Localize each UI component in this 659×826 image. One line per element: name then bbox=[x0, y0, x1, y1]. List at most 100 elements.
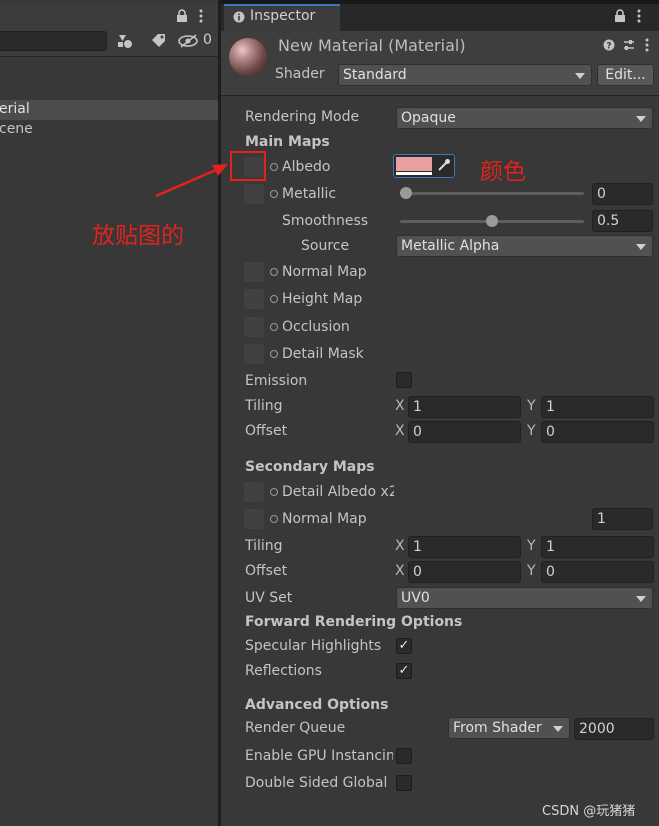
tiling-x-label: X bbox=[395, 398, 405, 414]
rendering-mode-value: Opaque bbox=[401, 110, 456, 126]
albedo-color-field[interactable] bbox=[393, 154, 455, 178]
secondary-normal-map-label: Normal Map bbox=[282, 511, 367, 527]
offset-x-label: X bbox=[395, 423, 405, 439]
hierarchy-row-selected[interactable] bbox=[0, 100, 218, 120]
secondary-offset-x-field[interactable]: 0 bbox=[408, 561, 521, 583]
secondary-offset-y-label: Y bbox=[527, 563, 536, 579]
hierarchy-item-1[interactable]: cene bbox=[0, 121, 33, 137]
object-picker-icon[interactable] bbox=[270, 190, 278, 198]
secondary-normal-map-slot[interactable] bbox=[244, 509, 264, 529]
preset-icon[interactable] bbox=[622, 38, 636, 56]
visibility-hidden-icon[interactable] bbox=[178, 33, 200, 53]
annotation-texture-note: 放贴图的 bbox=[92, 223, 184, 249]
secondary-tiling-y-field[interactable]: 1 bbox=[541, 536, 654, 558]
object-picker-icon[interactable] bbox=[270, 268, 278, 276]
shader-dropdown[interactable]: Standard bbox=[338, 64, 592, 86]
secondary-normal-scale-field[interactable]: 1 bbox=[592, 508, 653, 530]
normal-map-label: Normal Map bbox=[282, 264, 367, 280]
offset-y-label: Y bbox=[527, 423, 536, 439]
offset-y-field[interactable]: 0 bbox=[541, 421, 654, 443]
gpu-instancing-checkbox[interactable] bbox=[396, 748, 412, 764]
advanced-options-heading: Advanced Options bbox=[245, 697, 389, 713]
tag-icon[interactable] bbox=[150, 33, 166, 53]
reflections-checkbox[interactable]: ✓ bbox=[396, 663, 412, 679]
smoothness-value-field[interactable]: 0.5 bbox=[592, 210, 653, 232]
render-queue-mode: From Shader bbox=[453, 720, 542, 736]
source-dropdown[interactable]: Metallic Alpha bbox=[396, 235, 653, 257]
hidden-count: 0 bbox=[203, 32, 212, 48]
offset-x-field[interactable]: 0 bbox=[408, 421, 521, 443]
shader-value: Standard bbox=[343, 67, 407, 83]
gpu-instancing-label: Enable GPU Instancing bbox=[245, 748, 393, 764]
tab-inspector-label: Inspector bbox=[250, 8, 316, 24]
panel-divider[interactable] bbox=[218, 0, 221, 826]
secondary-tiling-label: Tiling bbox=[245, 538, 283, 554]
emission-label: Emission bbox=[245, 373, 308, 389]
info-icon bbox=[233, 11, 245, 27]
inspector-lock-icon[interactable] bbox=[614, 9, 626, 27]
more-menu-icon[interactable] bbox=[199, 9, 203, 27]
metallic-slider-track[interactable] bbox=[400, 192, 584, 195]
object-picker-icon[interactable] bbox=[270, 163, 278, 171]
render-queue-dropdown[interactable]: From Shader bbox=[448, 717, 570, 739]
annotation-arrow bbox=[155, 164, 228, 198]
detail-mask-slot[interactable] bbox=[244, 344, 264, 364]
emission-checkbox[interactable] bbox=[396, 372, 412, 388]
secondary-tiling-x-label: X bbox=[395, 538, 405, 554]
inspector-menu-icon[interactable] bbox=[637, 9, 641, 27]
normal-map-slot[interactable] bbox=[244, 262, 264, 282]
hierarchy-item-0[interactable]: erial bbox=[0, 101, 30, 117]
object-picker-icon[interactable] bbox=[270, 350, 278, 358]
context-menu-icon[interactable] bbox=[645, 38, 649, 56]
reflections-label: Reflections bbox=[245, 663, 322, 679]
eyedropper-icon[interactable] bbox=[437, 158, 451, 176]
chevron-down-icon bbox=[553, 726, 563, 732]
source-value: Metallic Alpha bbox=[401, 238, 500, 254]
secondary-tiling-y-label: Y bbox=[527, 538, 536, 554]
tiling-y-label: Y bbox=[527, 398, 536, 414]
scene-filter-icon[interactable] bbox=[117, 33, 133, 53]
secondary-offset-y-field[interactable]: 0 bbox=[541, 561, 654, 583]
double-sided-gi-label: Double Sided Global Illumination bbox=[245, 775, 393, 791]
offset-label: Offset bbox=[245, 423, 288, 439]
uv-set-value: UV0 bbox=[401, 590, 430, 606]
rendering-mode-dropdown[interactable]: Opaque bbox=[396, 107, 653, 129]
secondary-tiling-x-field[interactable]: 1 bbox=[408, 536, 521, 558]
object-picker-icon[interactable] bbox=[270, 323, 278, 331]
chevron-down-icon bbox=[575, 73, 585, 79]
tiling-x-field[interactable]: 1 bbox=[408, 396, 521, 418]
detail-albedo-label: Detail Albedo x2 bbox=[282, 484, 394, 500]
material-title: New Material (Material) bbox=[278, 36, 466, 55]
albedo-color-swatch bbox=[396, 157, 432, 171]
forward-rendering-heading: Forward Rendering Options bbox=[245, 614, 463, 630]
hierarchy-search-input[interactable] bbox=[0, 31, 107, 51]
albedo-label: Albedo bbox=[282, 159, 331, 175]
detail-mask-label: Detail Mask bbox=[282, 346, 364, 362]
object-picker-icon[interactable] bbox=[270, 295, 278, 303]
occlusion-slot[interactable] bbox=[244, 317, 264, 337]
tiling-y-field[interactable]: 1 bbox=[541, 396, 654, 418]
uv-set-dropdown[interactable]: UV0 bbox=[396, 587, 653, 609]
smoothness-slider-thumb[interactable] bbox=[486, 215, 498, 227]
edit-shader-button[interactable]: Edit... bbox=[597, 64, 654, 86]
rendering-mode-label: Rendering Mode bbox=[245, 109, 360, 125]
smoothness-label: Smoothness bbox=[282, 213, 369, 229]
svg-text:?: ? bbox=[606, 42, 611, 52]
object-picker-icon[interactable] bbox=[270, 488, 278, 496]
specular-highlights-checkbox[interactable]: ✓ bbox=[396, 638, 412, 654]
help-icon[interactable]: ? bbox=[603, 39, 615, 55]
tiling-label: Tiling bbox=[245, 398, 283, 414]
render-queue-value-field[interactable]: 2000 bbox=[574, 718, 654, 740]
height-map-label: Height Map bbox=[282, 291, 363, 307]
lock-icon[interactable] bbox=[176, 9, 188, 27]
metallic-value-field[interactable]: 0 bbox=[592, 183, 653, 205]
specular-highlights-label: Specular Highlights bbox=[245, 638, 382, 654]
object-picker-icon[interactable] bbox=[270, 515, 278, 523]
height-map-slot[interactable] bbox=[244, 289, 264, 309]
double-sided-gi-checkbox[interactable] bbox=[396, 775, 412, 791]
metallic-slider-thumb[interactable] bbox=[400, 187, 412, 199]
chevron-down-icon bbox=[636, 244, 646, 250]
metallic-texture-slot[interactable] bbox=[244, 184, 264, 204]
detail-albedo-slot[interactable] bbox=[244, 482, 264, 502]
render-queue-label: Render Queue bbox=[245, 720, 346, 736]
